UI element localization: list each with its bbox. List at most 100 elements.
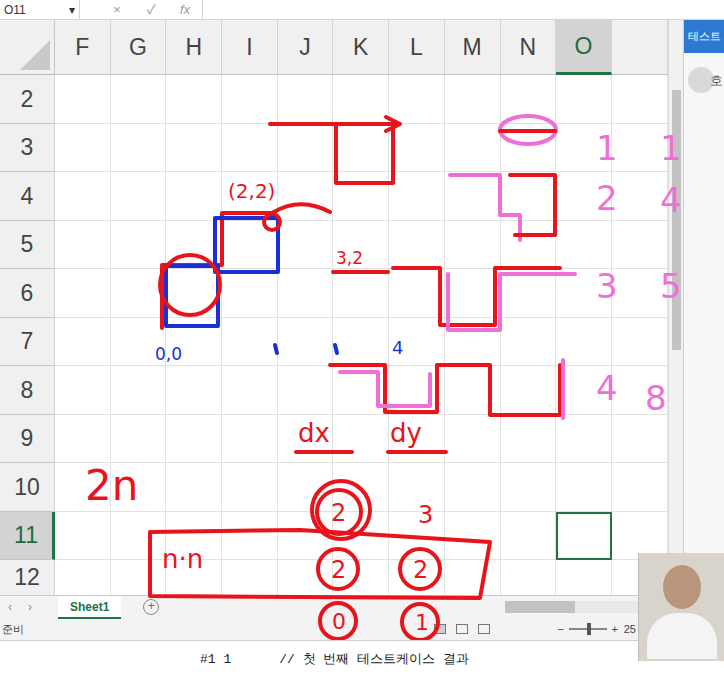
cell[interactable] [278,463,334,512]
cell[interactable] [333,318,389,367]
cell[interactable] [389,463,445,512]
cell[interactable] [166,366,222,415]
cell[interactable] [166,415,222,464]
cell[interactable] [612,366,668,415]
cell[interactable] [556,269,612,318]
cell[interactable] [333,512,389,561]
row-header[interactable]: 8 [0,366,55,415]
cell[interactable] [111,172,167,221]
cell[interactable] [222,318,278,367]
cell[interactable] [278,415,334,464]
row-header[interactable]: 6 [0,269,55,318]
vertical-scrollbar[interactable] [668,20,683,595]
cell[interactable] [111,512,167,561]
cell[interactable] [556,221,612,270]
view-mode-icon[interactable] [456,624,468,634]
cell[interactable] [278,172,334,221]
scrollbar-thumb[interactable] [505,601,575,613]
cell[interactable] [612,463,668,512]
cell[interactable] [612,221,668,270]
column-header[interactable]: L [389,20,445,75]
cell[interactable] [111,221,167,270]
cell[interactable] [166,75,222,124]
cell[interactable] [389,318,445,367]
cell[interactable] [278,75,334,124]
cell[interactable] [445,318,501,367]
formula-input[interactable] [202,0,724,19]
zoom-in-button[interactable]: + [610,621,620,638]
cell[interactable] [278,512,334,561]
cell[interactable] [501,512,557,561]
cell[interactable] [445,415,501,464]
cell[interactable] [278,318,334,367]
cell[interactable] [111,463,167,512]
cell[interactable] [612,75,668,124]
cell[interactable] [389,75,445,124]
cell[interactable] [111,75,167,124]
cell[interactable] [166,221,222,270]
cell[interactable] [333,221,389,270]
row-header[interactable]: 9 [0,415,55,464]
cell[interactable] [55,318,111,367]
column-header[interactable]: G [111,20,167,75]
cell[interactable] [612,124,668,173]
cell[interactable] [389,366,445,415]
cell[interactable] [278,560,334,595]
horizontal-scrollbar[interactable] [505,601,655,613]
cell[interactable] [556,415,612,464]
column-header[interactable]: J [278,20,334,75]
cell[interactable] [55,172,111,221]
cell[interactable] [55,75,111,124]
cell[interactable] [556,124,612,173]
cell[interactable] [222,366,278,415]
row-header[interactable]: 5 [0,221,55,270]
cell[interactable] [222,124,278,173]
cell[interactable] [501,172,557,221]
cell[interactable] [445,512,501,561]
cell[interactable] [445,366,501,415]
view-mode-icon[interactable] [434,624,446,634]
prev-sheet-button[interactable]: ‹ [0,598,20,616]
cell[interactable] [445,269,501,318]
cell[interactable] [556,560,612,595]
cell[interactable] [222,221,278,270]
name-box-value[interactable]: O11 [4,1,26,19]
column-header[interactable]: M [445,20,501,75]
cell[interactable] [389,269,445,318]
cell[interactable] [389,221,445,270]
cell[interactable] [556,366,612,415]
cell[interactable] [166,463,222,512]
sheet-tab[interactable]: Sheet1 [58,596,121,619]
insert-function-button[interactable]: fx [168,0,202,19]
test-button[interactable]: 테스트 [684,20,724,53]
view-mode-icon[interactable] [478,624,490,634]
row-header[interactable]: 11 [0,512,55,561]
cell[interactable] [222,172,278,221]
cancel-button[interactable]: × [100,0,134,19]
cell[interactable] [222,415,278,464]
scrollbar-thumb[interactable] [672,90,681,350]
cell[interactable] [55,366,111,415]
cell[interactable] [55,269,111,318]
row-header[interactable]: 7 [0,318,55,367]
cell[interactable] [55,415,111,464]
cell[interactable] [111,318,167,367]
cell[interactable] [111,269,167,318]
dropdown-icon[interactable]: ▾ [69,1,75,19]
next-sheet-button[interactable]: › [20,598,40,616]
column-header[interactable]: I [222,20,278,75]
select-all-button[interactable] [0,20,55,75]
cell[interactable] [556,172,612,221]
cell[interactable] [501,221,557,270]
cell[interactable] [612,269,668,318]
cell[interactable] [501,75,557,124]
column-header[interactable]: N [501,20,557,75]
cell[interactable] [612,415,668,464]
cell[interactable] [389,124,445,173]
cell[interactable] [278,269,334,318]
cell[interactable] [278,221,334,270]
row-header[interactable]: 3 [0,124,55,173]
cell[interactable] [55,124,111,173]
cell[interactable] [111,124,167,173]
row-header[interactable]: 12 [0,560,55,595]
